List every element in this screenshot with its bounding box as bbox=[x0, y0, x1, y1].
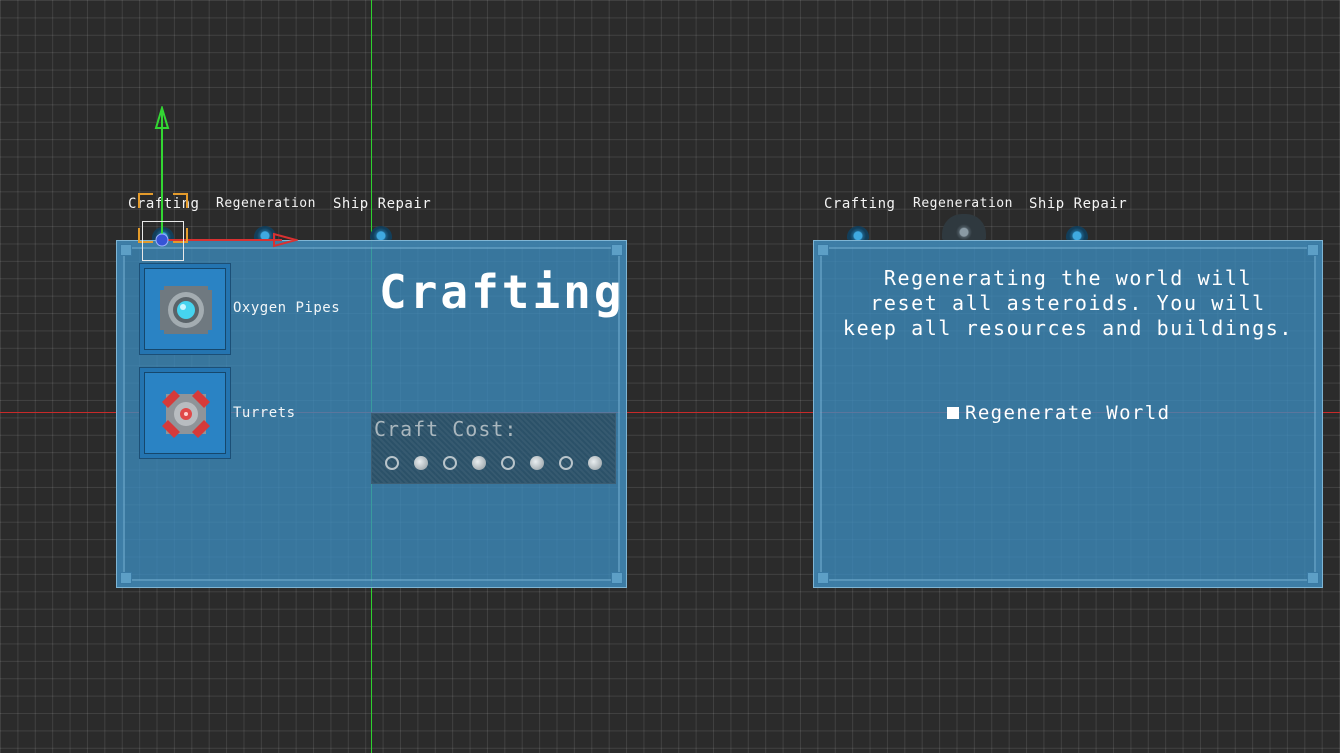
regenerate-world-button[interactable]: Regenerate World bbox=[947, 402, 1170, 424]
crafting-title: Crafting bbox=[379, 265, 625, 319]
pivot-icon[interactable] bbox=[154, 233, 170, 247]
regenerate-world-label: Regenerate World bbox=[965, 402, 1171, 424]
panel-corner bbox=[1307, 572, 1319, 584]
panel-corner bbox=[1307, 244, 1319, 256]
tab-regeneration[interactable]: Regeneration bbox=[913, 196, 1013, 211]
cost-slot bbox=[588, 456, 602, 470]
item-slot-oxygen-pipes[interactable] bbox=[139, 263, 231, 355]
cost-slot bbox=[530, 456, 544, 470]
message-line: keep all resources and buildings. bbox=[842, 316, 1294, 340]
item-label-turrets[interactable]: Turrets bbox=[233, 405, 296, 421]
cost-slot bbox=[501, 456, 515, 470]
panel-corner bbox=[817, 244, 829, 256]
item-slot-turrets[interactable] bbox=[139, 367, 231, 459]
gizmo-up-arrow-icon[interactable] bbox=[154, 106, 170, 130]
cost-slot bbox=[385, 456, 399, 470]
regeneration-message: Regenerating the world will reset all as… bbox=[813, 266, 1323, 341]
tab-ship-repair[interactable]: Ship Repair bbox=[333, 196, 431, 212]
tab-knob-regeneration-active[interactable] bbox=[942, 214, 986, 240]
tab-knob-crafting[interactable] bbox=[847, 226, 869, 240]
cost-slot bbox=[443, 456, 457, 470]
tab-regeneration[interactable]: Regeneration bbox=[216, 196, 316, 211]
panel-corner bbox=[120, 244, 132, 256]
message-line: Regenerating the world will bbox=[883, 266, 1253, 290]
turret-icon bbox=[162, 390, 210, 438]
oxygen-pipe-icon bbox=[160, 286, 212, 334]
panel-corner bbox=[611, 572, 623, 584]
cost-slot bbox=[472, 456, 486, 470]
tab-knob-ship-repair[interactable] bbox=[1066, 226, 1088, 240]
panel-corner bbox=[611, 244, 623, 256]
gizmo-right-arrow-icon[interactable] bbox=[272, 232, 298, 248]
cost-slot bbox=[559, 456, 573, 470]
craft-cost-label: Craft Cost: bbox=[374, 417, 518, 441]
panel-corner bbox=[817, 572, 829, 584]
tab-ship-repair[interactable]: Ship Repair bbox=[1029, 196, 1127, 212]
cost-slot bbox=[414, 456, 428, 470]
message-line: reset all asteroids. You will bbox=[870, 291, 1266, 315]
button-square-icon bbox=[947, 407, 959, 419]
panel-corner bbox=[120, 572, 132, 584]
tab-knob-ship-repair[interactable] bbox=[370, 226, 392, 240]
tab-crafting[interactable]: Crafting bbox=[824, 196, 895, 212]
item-label-oxygen-pipes[interactable]: Oxygen Pipes bbox=[233, 300, 340, 316]
craft-cost-box: Craft Cost: bbox=[371, 413, 616, 484]
